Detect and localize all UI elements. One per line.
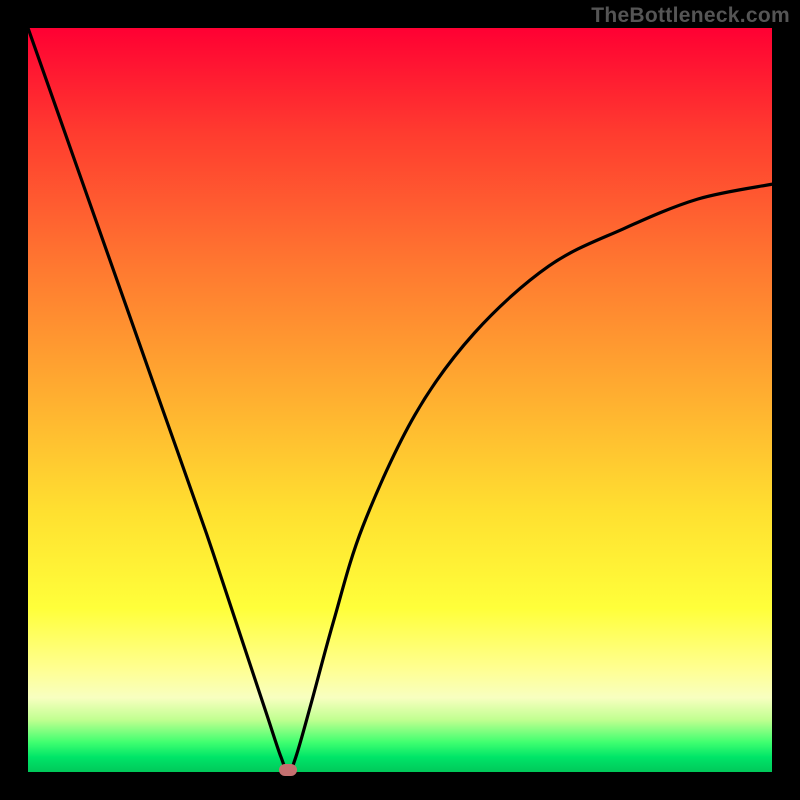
minimum-marker (279, 764, 297, 776)
watermark-text: TheBottleneck.com (591, 4, 790, 28)
chart-area (28, 28, 772, 772)
curve-path (28, 28, 772, 772)
bottleneck-curve (28, 28, 772, 772)
